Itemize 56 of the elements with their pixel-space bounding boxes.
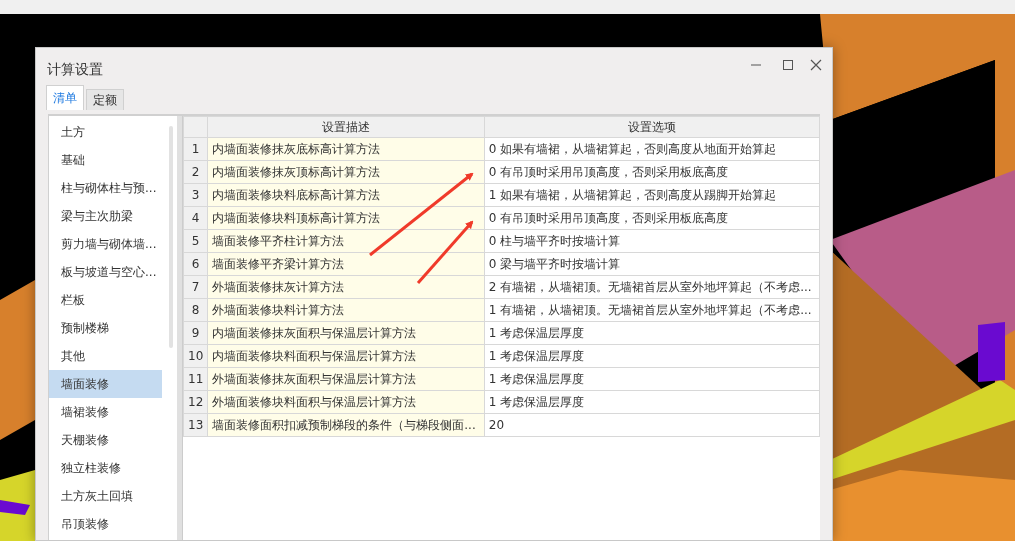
table-cell: 外墙面装修块料面积与保温层计算方法 — [207, 390, 485, 414]
category-item[interactable]: 预制楼梯 — [49, 314, 162, 342]
close-icon[interactable] — [810, 59, 822, 71]
column-header: 设置选项 — [484, 116, 820, 138]
table-cell: 外墙面装修抹灰计算方法 — [207, 275, 485, 299]
category-item[interactable]: 墙面装修 — [49, 370, 162, 398]
row-number: 13 — [183, 413, 208, 437]
table-cell: 内墙面装修块料面积与保温层计算方法 — [207, 344, 485, 368]
category-item[interactable]: 其他 — [49, 342, 162, 370]
table-cell: 0 梁与墙平齐时按墙计算 — [484, 252, 820, 276]
table-cell: 内墙面装修抹灰面积与保温层计算方法 — [207, 321, 485, 345]
row-number: 6 — [183, 252, 208, 276]
row-number: 7 — [183, 275, 208, 299]
row-number: 11 — [183, 367, 208, 391]
row-number: 5 — [183, 229, 208, 253]
table-cell: 1 考虑保温层厚度 — [484, 367, 820, 391]
table-cell: 外墙面装修块料计算方法 — [207, 298, 485, 322]
row-number: 10 — [183, 344, 208, 368]
table-cell: 1 考虑保温层厚度 — [484, 390, 820, 414]
category-item[interactable]: 梁与主次肋梁 — [49, 202, 162, 230]
table-cell: 墙面装修面积扣减预制梯段的条件（与梯段侧面... — [207, 413, 485, 437]
table-cell: 内墙面装修抹灰底标高计算方法 — [207, 137, 485, 161]
row-number: 2 — [183, 160, 208, 184]
table-cell: 2 有墙裙，从墙裙顶。无墙裙首层从室外地坪算起（不考虑... — [484, 275, 820, 299]
category-item[interactable]: 栏板 — [49, 286, 162, 314]
category-item[interactable]: 土方灰土回填 — [49, 482, 162, 510]
table-cell: 1 有墙裙，从墙裙顶。无墙裙首层从室外地坪算起（不考虑... — [484, 298, 820, 322]
row-number: 9 — [183, 321, 208, 345]
row-number: 3 — [183, 183, 208, 207]
tab[interactable]: 清单 — [46, 85, 84, 110]
category-item[interactable]: 独立柱装修 — [49, 454, 162, 482]
category-item[interactable]: 天棚装修 — [49, 426, 162, 454]
table-cell: 1 考虑保温层厚度 — [484, 344, 820, 368]
category-item[interactable]: 剪力墙与砌体墙... — [49, 230, 162, 258]
category-item[interactable]: 土方 — [49, 118, 162, 146]
table-cell: 1 考虑保温层厚度 — [484, 321, 820, 345]
table-cell: 0 柱与墙平齐时按墙计算 — [484, 229, 820, 253]
table-cell: 0 有吊顶时采用吊顶高度，否则采用板底高度 — [484, 160, 820, 184]
category-item[interactable]: 吊顶装修 — [49, 510, 162, 538]
column-header: 设置描述 — [207, 116, 485, 138]
row-number: 12 — [183, 390, 208, 414]
row-number: 4 — [183, 206, 208, 230]
table-cell: 20 — [484, 413, 820, 437]
table-cell: 0 有吊顶时采用吊顶高度，否则采用板底高度 — [484, 206, 820, 230]
row-number: 8 — [183, 298, 208, 322]
tab[interactable]: 定额 — [86, 89, 124, 110]
table-cell: 0 如果有墙裙，从墙裙算起，否则高度从地面开始算起 — [484, 137, 820, 161]
window-title: 计算设置 — [47, 60, 103, 77]
table-cell: 外墙面装修抹灰面积与保温层计算方法 — [207, 367, 485, 391]
row-number: 1 — [183, 137, 208, 161]
category-item[interactable]: 墙裙装修 — [49, 398, 162, 426]
category-item[interactable]: 柱与砌体柱与预... — [49, 174, 162, 202]
category-item[interactable]: 基础 — [49, 146, 162, 174]
category-item[interactable]: 板与坡道与空心... — [49, 258, 162, 286]
table-cell: 1 如果有墙裙，从墙裙算起，否则高度从踢脚开始算起 — [484, 183, 820, 207]
maximize-icon[interactable] — [782, 59, 794, 71]
